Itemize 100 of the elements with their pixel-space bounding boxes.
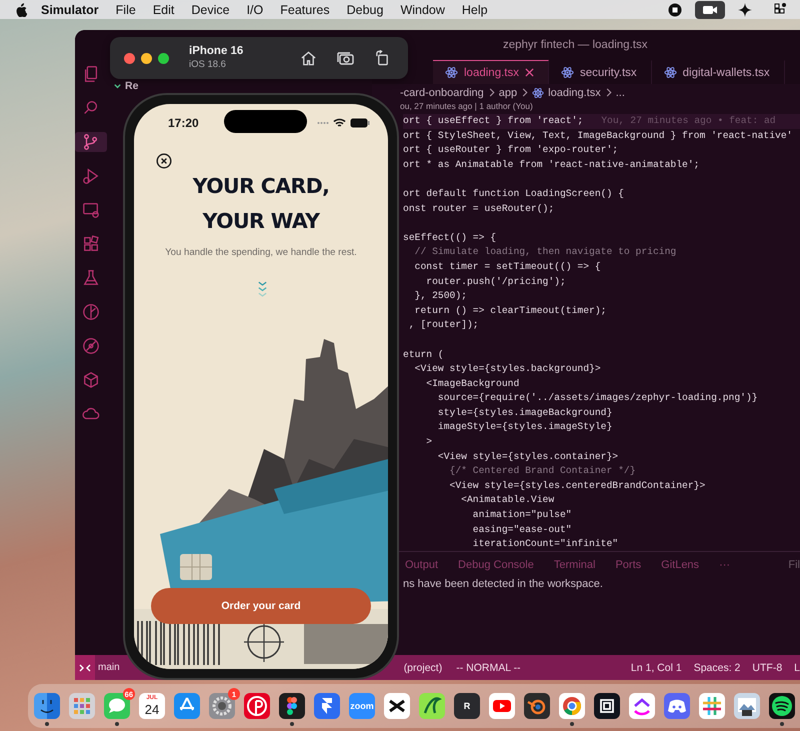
- status-item[interactable]: Ln 1, Col 1: [630, 662, 682, 674]
- code-line: <View style={styles.background}>: [414, 362, 601, 376]
- code-line: {/* Centered Brand Container */}: [448, 464, 636, 478]
- panel-message: ns have been detected in the workspace.: [402, 578, 604, 590]
- code-line: animation="pulse": [472, 508, 572, 522]
- code-line: // Simulate loading, then navigate to pricing: [414, 245, 676, 260]
- code-line: imageStyle={styles.imageStyle}: [436, 420, 612, 434]
- sound-waves-icon[interactable]: [769, 693, 795, 719]
- status-item[interactable]: Spaces: 2: [694, 662, 740, 674]
- menu-item[interactable]: Help: [462, 2, 488, 16]
- os-version: iOS 18.6: [189, 58, 227, 71]
- code-line: <View style={styles.container}>: [436, 450, 618, 464]
- circle-graph-icon[interactable]: [82, 303, 100, 321]
- code-line: router.push('/pricing');: [425, 274, 566, 289]
- app-icon[interactable]: R: [454, 693, 480, 719]
- blocks-icon[interactable]: [82, 235, 100, 253]
- code-line: easing="ease-out": [472, 522, 572, 537]
- status-item[interactable]: -- NORMAL --: [456, 662, 521, 674]
- breadcrumb-item[interactable]: ...: [616, 86, 625, 98]
- status-time: 17:20: [168, 116, 199, 130]
- atom-icon: [664, 66, 677, 79]
- status-item[interactable]: L: [794, 662, 800, 674]
- swoosh-icon[interactable]: [419, 693, 445, 719]
- breadcrumb-item[interactable]: -card-onboarding: [400, 86, 484, 98]
- close-dot-icon[interactable]: [124, 52, 135, 64]
- triangle-lines-icon[interactable]: [174, 693, 200, 719]
- code-line: const timer = setTimeout(() => {: [414, 260, 601, 274]
- cube-icon[interactable]: [82, 371, 100, 389]
- branch-name[interactable]: main: [95, 662, 120, 673]
- minimize-dot-icon[interactable]: [141, 52, 152, 64]
- blame-annotation: You, 27 minutes ago • feat: ad: [601, 114, 776, 128]
- device-name: iPhone 16: [189, 45, 244, 58]
- home-icon[interactable]: [300, 50, 317, 66]
- order-card-button[interactable]: Order your card: [151, 588, 371, 624]
- code-line: style={styles.imageBackground}: [436, 406, 612, 420]
- code-line: , [router]);: [408, 318, 479, 332]
- code-line: >: [425, 435, 432, 450]
- angled-shape-icon[interactable]: [314, 693, 340, 719]
- flask-icon[interactable]: [82, 269, 100, 287]
- menu-item[interactable]: Debug: [346, 2, 384, 16]
- menu-item[interactable]: File: [116, 2, 136, 16]
- code-line: <Animatable.View: [460, 493, 554, 508]
- chevron-icon[interactable]: [629, 693, 655, 719]
- tagline: You handle the spending, we handle the rest.: [164, 247, 358, 258]
- chevron-right-icon: [488, 88, 495, 97]
- hash-icon[interactable]: [699, 693, 725, 719]
- smiling-face-icon[interactable]: [34, 693, 60, 719]
- circle-slash-icon[interactable]: [82, 337, 100, 355]
- code-line: <View style={styles.centeredBrandContainer}>: [448, 478, 706, 493]
- play-icon[interactable]: [489, 693, 515, 719]
- code-line: ort { useEffect } from 'react';: [403, 114, 584, 128]
- app-menu-title[interactable]: Simulator: [41, 2, 99, 16]
- code-line: source={require('../assets/images/zephyr-loading.png')}: [436, 391, 758, 406]
- status-item[interactable]: (project): [404, 662, 442, 674]
- colored-shapes-icon[interactable]: [279, 693, 305, 719]
- sparkle-icon[interactable]: [737, 2, 753, 18]
- code-line: onst router = useRouter();: [403, 202, 554, 216]
- atom-icon: [445, 66, 458, 79]
- photo-stack-icon[interactable]: [734, 693, 760, 719]
- chevron-down-icon[interactable]: [113, 82, 122, 90]
- headline: YOUR WAY: [202, 208, 321, 235]
- status-item[interactable]: UTF-8: [752, 662, 782, 674]
- apple-logo-icon[interactable]: [15, 2, 27, 16]
- editor-tab[interactable]: loading.tsx: [433, 60, 549, 84]
- breadcrumb-item[interactable]: app: [498, 86, 518, 98]
- screenshot-camera-icon[interactable]: [337, 50, 355, 66]
- signal-dots-icon: [317, 120, 329, 124]
- code-line: ort { useRouter } from 'expo-router';: [403, 143, 618, 158]
- breadcrumb-item[interactable]: loading.tsx: [548, 86, 601, 98]
- remote-icon[interactable]: [79, 662, 91, 672]
- wifi-icon: [333, 118, 346, 128]
- code-line: ort * as Animatable from 'react-native-animatable';: [403, 158, 700, 172]
- atom-icon: [560, 66, 574, 79]
- section-header[interactable]: Re: [125, 80, 138, 92]
- cross-shape-icon[interactable]: [384, 693, 410, 719]
- code-line: ort default function LoadingScreen() {: [403, 186, 624, 201]
- menu-item[interactable]: Window: [400, 2, 445, 16]
- menu-item[interactable]: Device: [191, 2, 230, 16]
- app-grid-icon[interactable]: [69, 693, 95, 719]
- files-icon[interactable]: [82, 65, 100, 83]
- zoom-dot-icon[interactable]: [158, 52, 169, 64]
- atom-icon: [532, 86, 544, 98]
- menu-item[interactable]: Features: [280, 2, 330, 16]
- code-line: return () => clearTimeout(timer);: [414, 304, 606, 318]
- menu-item[interactable]: I/O: [246, 2, 264, 16]
- monitor-icon[interactable]: [82, 201, 100, 219]
- rotate-icon[interactable]: [375, 50, 390, 66]
- stop-record-icon[interactable]: [667, 2, 683, 18]
- editor-tab[interactable]: digital-wallets.tsx: [652, 60, 785, 84]
- code-line: }, 2500);: [414, 289, 467, 304]
- controller-face-icon[interactable]: [664, 693, 690, 719]
- close-icon[interactable]: [156, 153, 172, 169]
- menu-item[interactable]: Edit: [152, 2, 174, 16]
- pin-circle-icon[interactable]: [244, 693, 270, 719]
- gear-icon[interactable]: [209, 693, 235, 719]
- blame-info: ou, 27 minutes ago | 1 author (You): [399, 101, 534, 113]
- source-branch-icon[interactable]: [82, 133, 100, 151]
- orbit-icon[interactable]: [524, 693, 550, 719]
- code-line: seEffect(() => {: [403, 230, 496, 245]
- play-bug-icon[interactable]: [82, 167, 100, 185]
